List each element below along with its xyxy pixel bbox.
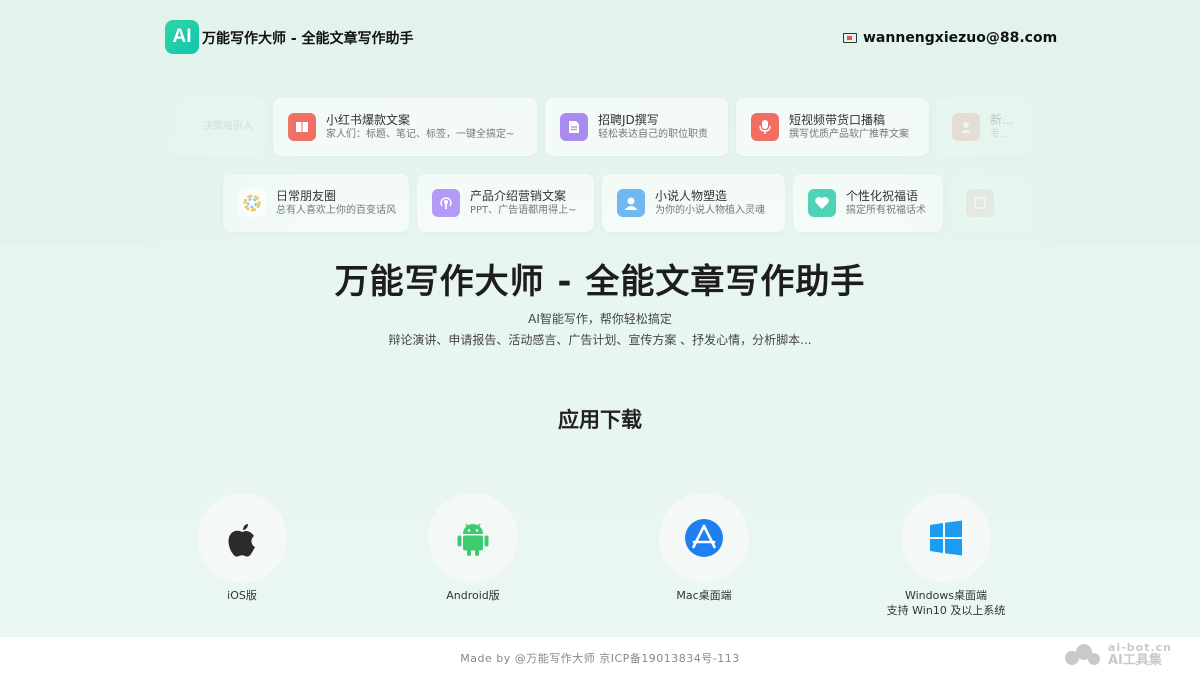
document-icon: [560, 113, 588, 141]
download-windows[interactable]: Windows桌面端 支持 Win10 及以上系统: [856, 493, 1036, 618]
card-subtitle: 轻松表达自己的职位职责: [598, 129, 708, 140]
watermark-logo-icon: [1065, 644, 1100, 665]
feature-card-partial[interactable]: 决策吸引人: [150, 98, 265, 156]
footer-text[interactable]: Made by @万能写作大师 京ICP备19013834号-113: [0, 650, 1200, 666]
card-subtitle: 总有人喜欢上你的百变话风: [276, 205, 396, 216]
download-label[interactable]: iOS版: [152, 588, 332, 603]
feature-card-moments[interactable]: 日常朋友圈 总有人喜欢上你的百变话风: [223, 174, 409, 232]
download-label[interactable]: Mac桌面端: [614, 588, 794, 603]
download-label[interactable]: Android版: [383, 588, 563, 603]
main-area: AI 万能写作大师 - 全能文章写作助手 wannengxiezuo@88.co…: [0, 0, 1200, 637]
card-title: 新...: [990, 113, 1014, 127]
card-title: 招聘JD撰写: [598, 113, 659, 127]
feature-card-novel-character[interactable]: 小说人物塑造 为你的小说人物植入灵魂: [602, 174, 785, 232]
windows-icon: [930, 520, 962, 556]
download-mac[interactable]: Mac桌面端: [614, 493, 794, 603]
user-icon: [617, 189, 645, 217]
brand-title[interactable]: 万能写作大师 - 全能文章写作助手: [202, 28, 414, 48]
watermark: ai-bot.cn AI工具集: [1062, 642, 1172, 668]
mail-icon: [843, 33, 857, 43]
card-title: 小说人物塑造: [655, 189, 728, 203]
footer: Made by @万能写作大师 京ICP备19013834号-113: [0, 637, 1200, 675]
apple-icon: [228, 524, 255, 557]
card-title: 日常朋友圈: [276, 189, 337, 203]
feature-card-jd[interactable]: 招聘JD撰写 轻松表达自己的职位职责: [545, 98, 728, 156]
card-subtitle: 为你的小说人物植入灵魂: [655, 205, 765, 216]
hero-title: 万能写作大师 - 全能文章写作助手: [334, 262, 866, 302]
contact-email[interactable]: wannengxiezuo@88.com: [843, 30, 1057, 46]
download-android[interactable]: Android版: [383, 493, 563, 603]
download-windows-button[interactable]: [901, 493, 991, 583]
download-ios-button[interactable]: [197, 493, 287, 583]
feature-card-partial-right-2[interactable]: [951, 174, 1031, 232]
feature-card-xiaohongshu[interactable]: 小红书爆款文案 家人们：标题、笔记、标签，一键全搞定~: [273, 98, 537, 156]
feature-card-short-video[interactable]: 短视频带货口播稿 撰写优质产品软广推荐文案: [736, 98, 929, 156]
watermark-name: AI工具集: [1108, 653, 1162, 668]
card-subtitle: 撰写优质产品软广推荐文案: [789, 129, 909, 140]
download-label[interactable]: Windows桌面端 支持 Win10 及以上系统: [856, 588, 1036, 618]
hero-description: 辩论演讲、申请报告、活动感言、广告计划、宣传方案 、抒发心情，分析脚本...: [388, 333, 812, 347]
feature-card-partial-right[interactable]: 新... 专...: [937, 98, 1057, 156]
card-subtitle: 家人们：标题、笔记、标签，一键全搞定~: [326, 129, 515, 140]
email-text[interactable]: wannengxiezuo@88.com: [863, 30, 1057, 46]
card-title: 短视频带货口播稿: [789, 113, 886, 127]
card-title: 小红书爆款文案: [326, 113, 411, 127]
download-label-line1[interactable]: Windows桌面端: [856, 588, 1036, 603]
book-icon: [288, 113, 316, 141]
heart-icon: [808, 189, 836, 217]
card-subtitle: 专...: [990, 129, 1010, 140]
download-heading: 应用下载: [558, 408, 642, 432]
card-title: 个性化祝福语: [846, 189, 919, 203]
card-subtitle: 搞定所有祝福话术: [846, 205, 926, 216]
feature-card-blessing[interactable]: 个性化祝福语 搞定所有祝福话术: [793, 174, 943, 232]
app-store-icon: [685, 519, 723, 557]
card-subtitle: 决策吸引人: [203, 121, 253, 132]
download-mac-button[interactable]: [659, 493, 749, 583]
hero-subtitle: AI智能写作，帮你轻松搞定: [528, 312, 672, 326]
card-title: 产品介绍营销文案: [470, 189, 567, 203]
logo-icon[interactable]: AI: [165, 20, 199, 54]
download-android-button[interactable]: [428, 493, 518, 583]
android-icon: [457, 523, 489, 556]
podcast-icon: [432, 189, 460, 217]
person-icon: [952, 113, 980, 141]
aperture-icon: [238, 189, 266, 217]
feature-card-product-marketing[interactable]: 产品介绍营销文案 PPT、广告语都用得上~: [417, 174, 594, 232]
download-label-line2: 支持 Win10 及以上系统: [886, 604, 1006, 617]
card-subtitle: PPT、广告语都用得上~: [470, 205, 577, 216]
download-ios[interactable]: iOS版: [152, 493, 332, 603]
frame-icon: [966, 189, 994, 217]
microphone-icon: [751, 113, 779, 141]
